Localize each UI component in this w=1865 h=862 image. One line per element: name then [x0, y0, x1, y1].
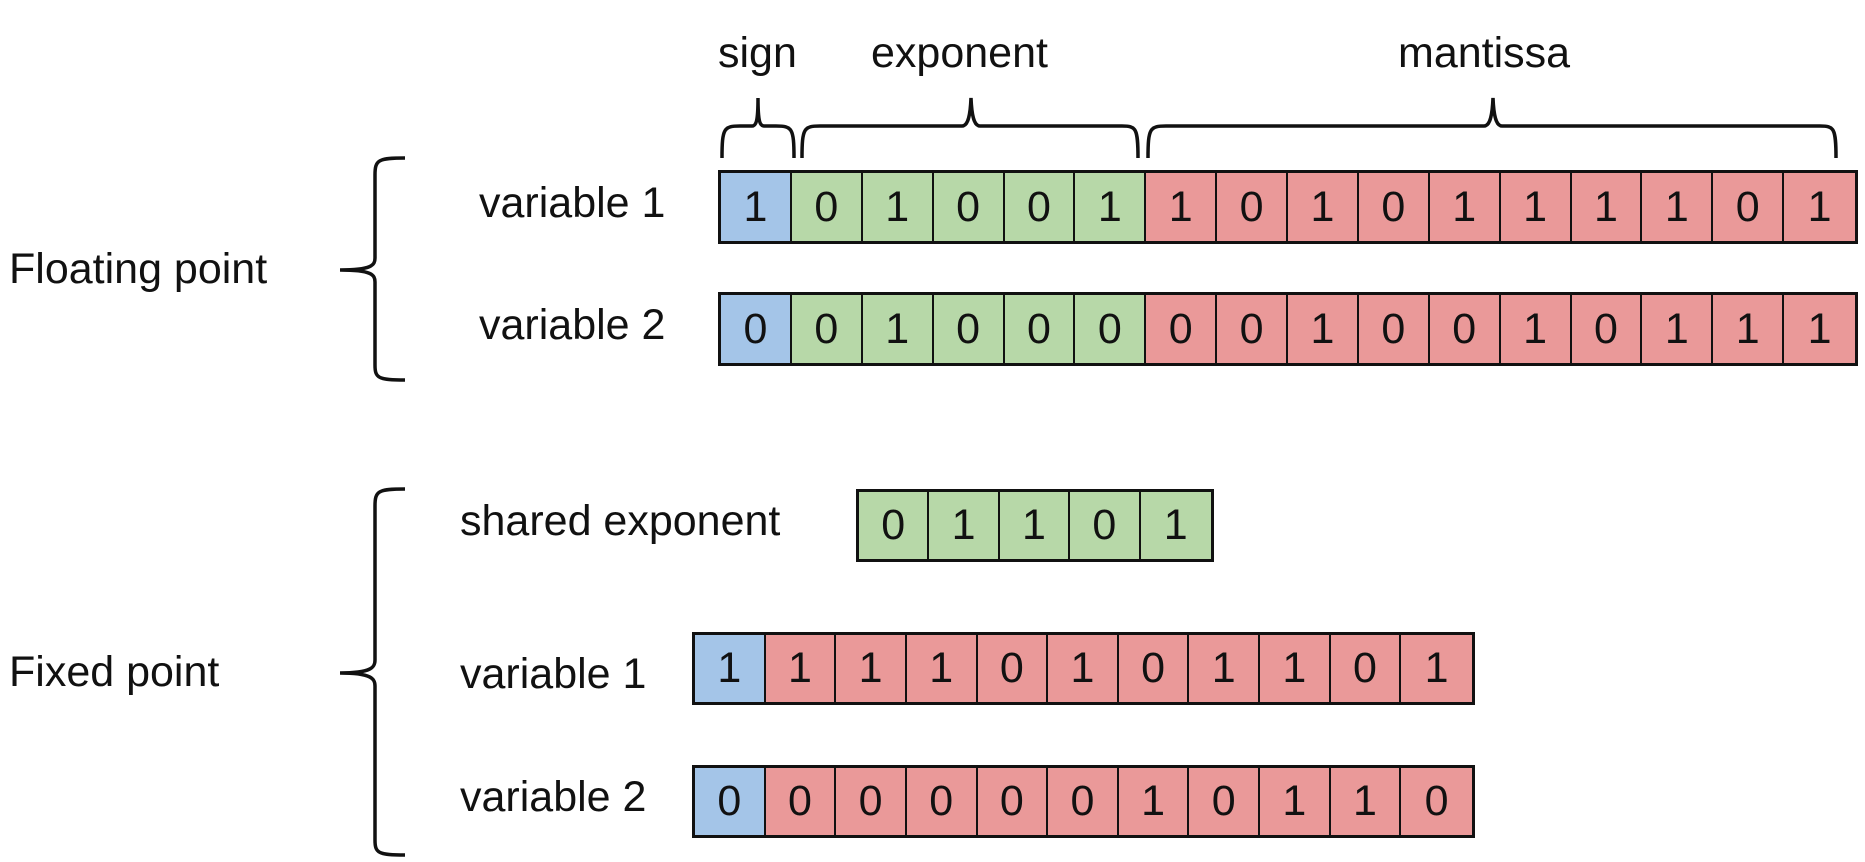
- sign-bit: 0: [695, 768, 766, 835]
- mantissa-bit: 1: [1401, 635, 1472, 702]
- mantissa-bit: 1: [1288, 295, 1359, 363]
- exponent-bit: 0: [1075, 295, 1147, 363]
- mantissa-brace: [1146, 97, 1838, 159]
- exponent-bit: 0: [933, 173, 1005, 241]
- mantissa-bit: 0: [1217, 295, 1288, 363]
- mantissa-bit: 0: [836, 768, 907, 835]
- floating-point-label: Floating point: [9, 245, 268, 293]
- mantissa-bit: 1: [1784, 173, 1855, 241]
- mantissa-bit: 1: [906, 635, 978, 702]
- mantissa-bit: 1: [836, 635, 907, 702]
- exponent-bit: 0: [791, 295, 863, 363]
- sign-bit: 1: [695, 635, 766, 702]
- mantissa-bit: 1: [1288, 173, 1359, 241]
- mantissa-bit: 1: [1500, 173, 1572, 241]
- exponent-brace: [800, 97, 1140, 159]
- sign-bit: 0: [721, 295, 792, 363]
- exponent-bit: 0: [791, 173, 863, 241]
- mantissa-bit: 1: [1260, 768, 1331, 835]
- mantissa-bit: 0: [1217, 173, 1288, 241]
- fx-variable-1-label: variable 1: [460, 650, 647, 698]
- exponent-bit: 1: [1075, 173, 1147, 241]
- mantissa-bit: 1: [1571, 173, 1643, 241]
- fp-variable-2-label: variable 2: [479, 301, 666, 349]
- mantissa-bit: 0: [1118, 635, 1190, 702]
- mantissa-bit: 1: [1429, 173, 1501, 241]
- mantissa-bit: 1: [1146, 173, 1218, 241]
- mantissa-bit: 0: [1330, 635, 1402, 702]
- mantissa-bit: 1: [1048, 635, 1119, 702]
- mantissa-bit: 1: [1500, 295, 1572, 363]
- mantissa-bit: 0: [1189, 768, 1260, 835]
- mantissa-bit: 0: [1571, 295, 1643, 363]
- mantissa-bit: 0: [906, 768, 978, 835]
- mantissa-bit: 1: [1330, 768, 1402, 835]
- mantissa-bit: 1: [1642, 295, 1714, 363]
- exponent-bit: 1: [862, 173, 934, 241]
- mantissa-bit: 0: [765, 768, 837, 835]
- fx-variable-1-bits: 11110101101: [692, 632, 1475, 705]
- sign-brace: [720, 97, 796, 159]
- fx-variable-2-label: variable 2: [460, 773, 647, 821]
- fixed-point-brace: [339, 487, 406, 857]
- shared-exponent-bits: 01101: [856, 489, 1214, 562]
- mantissa-bit: 1: [1784, 295, 1855, 363]
- field-label-exponent: exponent: [871, 29, 1048, 77]
- exponent-bit: 0: [1004, 295, 1076, 363]
- exponent-bit: 0: [1070, 492, 1141, 559]
- braces: [339, 97, 1838, 857]
- mantissa-bit: 1: [1118, 768, 1190, 835]
- exponent-bit: 0: [859, 492, 930, 559]
- mantissa-bit: 0: [1401, 768, 1472, 835]
- fp-variable-1-label: variable 1: [479, 179, 666, 227]
- shared-exponent-label: shared exponent: [460, 497, 781, 545]
- mantissa-bit: 0: [977, 768, 1049, 835]
- exponent-bit: 1: [929, 492, 1000, 559]
- fp-variable-1-bits: 1010011010111101: [718, 170, 1858, 244]
- mantissa-bit: 0: [1048, 768, 1119, 835]
- sign-bit: 1: [721, 173, 792, 241]
- fp-variable-2-bits: 0010000010010111: [718, 292, 1858, 366]
- mantissa-bit: 0: [977, 635, 1049, 702]
- mantissa-bit: 1: [765, 635, 837, 702]
- exponent-bit: 1: [862, 295, 934, 363]
- mantissa-bit: 0: [1146, 295, 1218, 363]
- floating-point-brace: [339, 156, 406, 382]
- field-label-sign: sign: [718, 29, 797, 77]
- exponent-bit: 1: [1140, 492, 1211, 559]
- field-label-mantissa: mantissa: [1398, 29, 1571, 77]
- exponent-bit: 0: [1004, 173, 1076, 241]
- mantissa-bit: 1: [1642, 173, 1714, 241]
- mantissa-bit: 1: [1713, 295, 1785, 363]
- mantissa-bit: 0: [1429, 295, 1501, 363]
- mantissa-bit: 1: [1260, 635, 1331, 702]
- fixed-point-label: Fixed point: [9, 648, 220, 696]
- exponent-bit: 0: [933, 295, 1005, 363]
- mantissa-bit: 0: [1358, 295, 1430, 363]
- fx-variable-2-bits: 00000010110: [692, 765, 1475, 838]
- mantissa-bit: 1: [1189, 635, 1260, 702]
- mantissa-bit: 0: [1358, 173, 1430, 241]
- mantissa-bit: 0: [1713, 173, 1785, 241]
- exponent-bit: 1: [999, 492, 1071, 559]
